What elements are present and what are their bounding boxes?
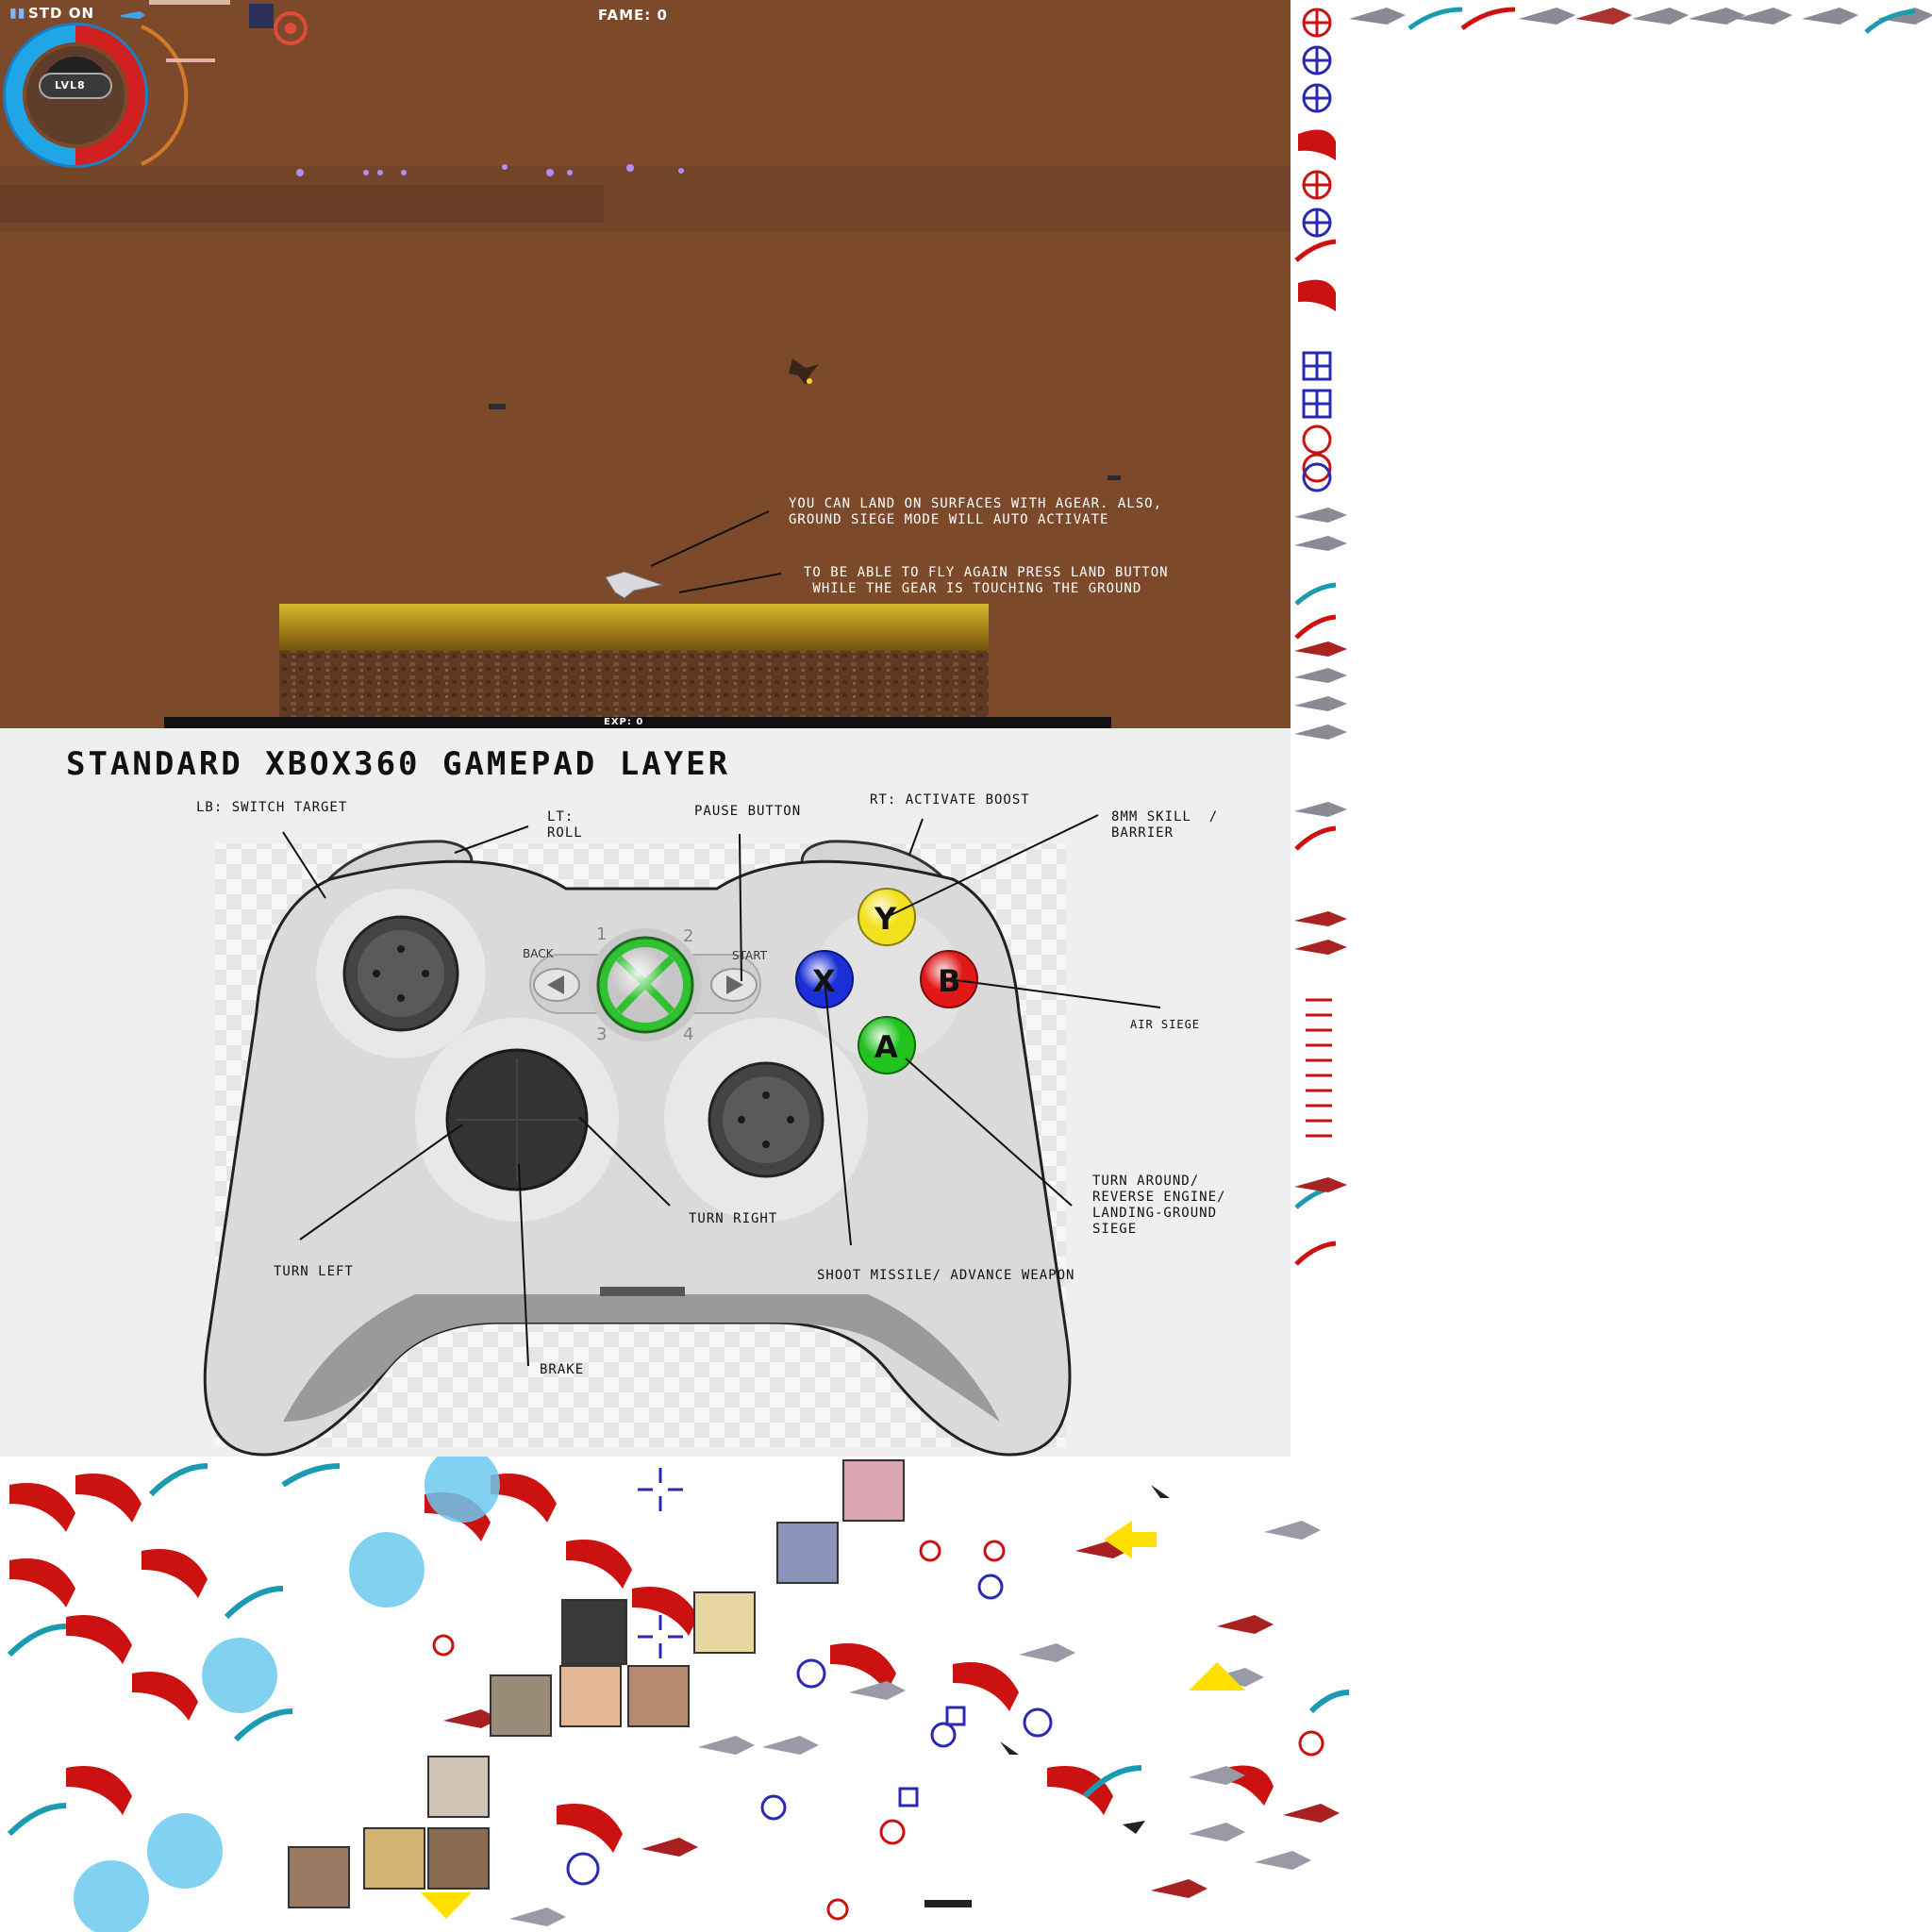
enemy-drone <box>489 404 506 409</box>
y-label: 8MM SKILL / BARRIER <box>1111 809 1219 841</box>
fly-note: TO BE ABLE TO FLY AGAIN PRESS LAND BUTTO… <box>804 565 1169 596</box>
player-quadrant-2: 2 <box>683 926 694 946</box>
exp-counter: EXP: 0 <box>604 717 644 727</box>
enemy-drone-2 <box>1108 475 1121 480</box>
game-scene <box>0 0 1291 728</box>
radar-icon <box>249 4 308 45</box>
level-text: LVL8 <box>55 79 86 92</box>
ship-icon <box>121 11 145 19</box>
start-label: START <box>732 949 768 962</box>
turn-left-label: TURN LEFT <box>274 1264 354 1279</box>
x-button-label: X <box>812 963 836 999</box>
player-ship <box>605 571 664 599</box>
haze-band-2 <box>0 185 604 223</box>
pause-label: PAUSE BUTTON <box>694 804 802 819</box>
enemy-ship <box>789 358 819 385</box>
sprite-row-top <box>1349 7 1932 34</box>
back-label: BACK <box>523 947 554 960</box>
a-button-label: A <box>874 1029 898 1065</box>
rt-label: RT: ACTIVATE BOOST <box>870 792 1030 808</box>
game-view: ▮▮ STD ON LVL8 FAME: 0 EXP: 0 YOU CAN LA… <box>0 0 1291 728</box>
b-button-label: B <box>938 963 961 999</box>
gamepad-diagram <box>203 814 1161 1457</box>
hp-tick <box>166 58 215 62</box>
brake-label: BRAKE <box>540 1362 585 1377</box>
lb-label: LB: SWITCH TARGET <box>196 800 348 815</box>
portraits <box>288 1459 905 1908</box>
gamepad-layout: STANDARD XBOX360 GAMEPAD LAYER Y X B A B… <box>0 728 1291 1457</box>
top-bar <box>149 0 230 5</box>
turn-right-label: TURN RIGHT <box>689 1211 778 1226</box>
x-label: SHOOT MISSILE/ ADVANCE WEAPON <box>817 1268 1075 1283</box>
y-button-label: Y <box>874 901 897 937</box>
b-label: AIR SIEGE <box>1130 1018 1201 1031</box>
status-text: STD ON <box>28 5 95 22</box>
land-note: YOU CAN LAND ON SURFACES WITH AGEAR. ALS… <box>789 496 1163 527</box>
a-label: TURN AROUND/ REVERSE ENGINE/ LANDING-GRO… <box>1092 1174 1226 1237</box>
player-quadrant-3: 3 <box>596 1024 608 1044</box>
signal-icon: ▮▮ <box>9 6 26 21</box>
player-quadrant-4: 4 <box>683 1024 694 1044</box>
ground-grass <box>279 604 989 653</box>
health-gauge <box>3 23 189 168</box>
lt-label: LT: ROLL <box>547 809 583 841</box>
player-quadrant-1: 1 <box>596 924 608 944</box>
fame-counter: FAME: 0 <box>598 7 668 24</box>
sprite-strip-right <box>1294 8 1347 1266</box>
sprite-sheet-bottom <box>7 1457 1350 1932</box>
